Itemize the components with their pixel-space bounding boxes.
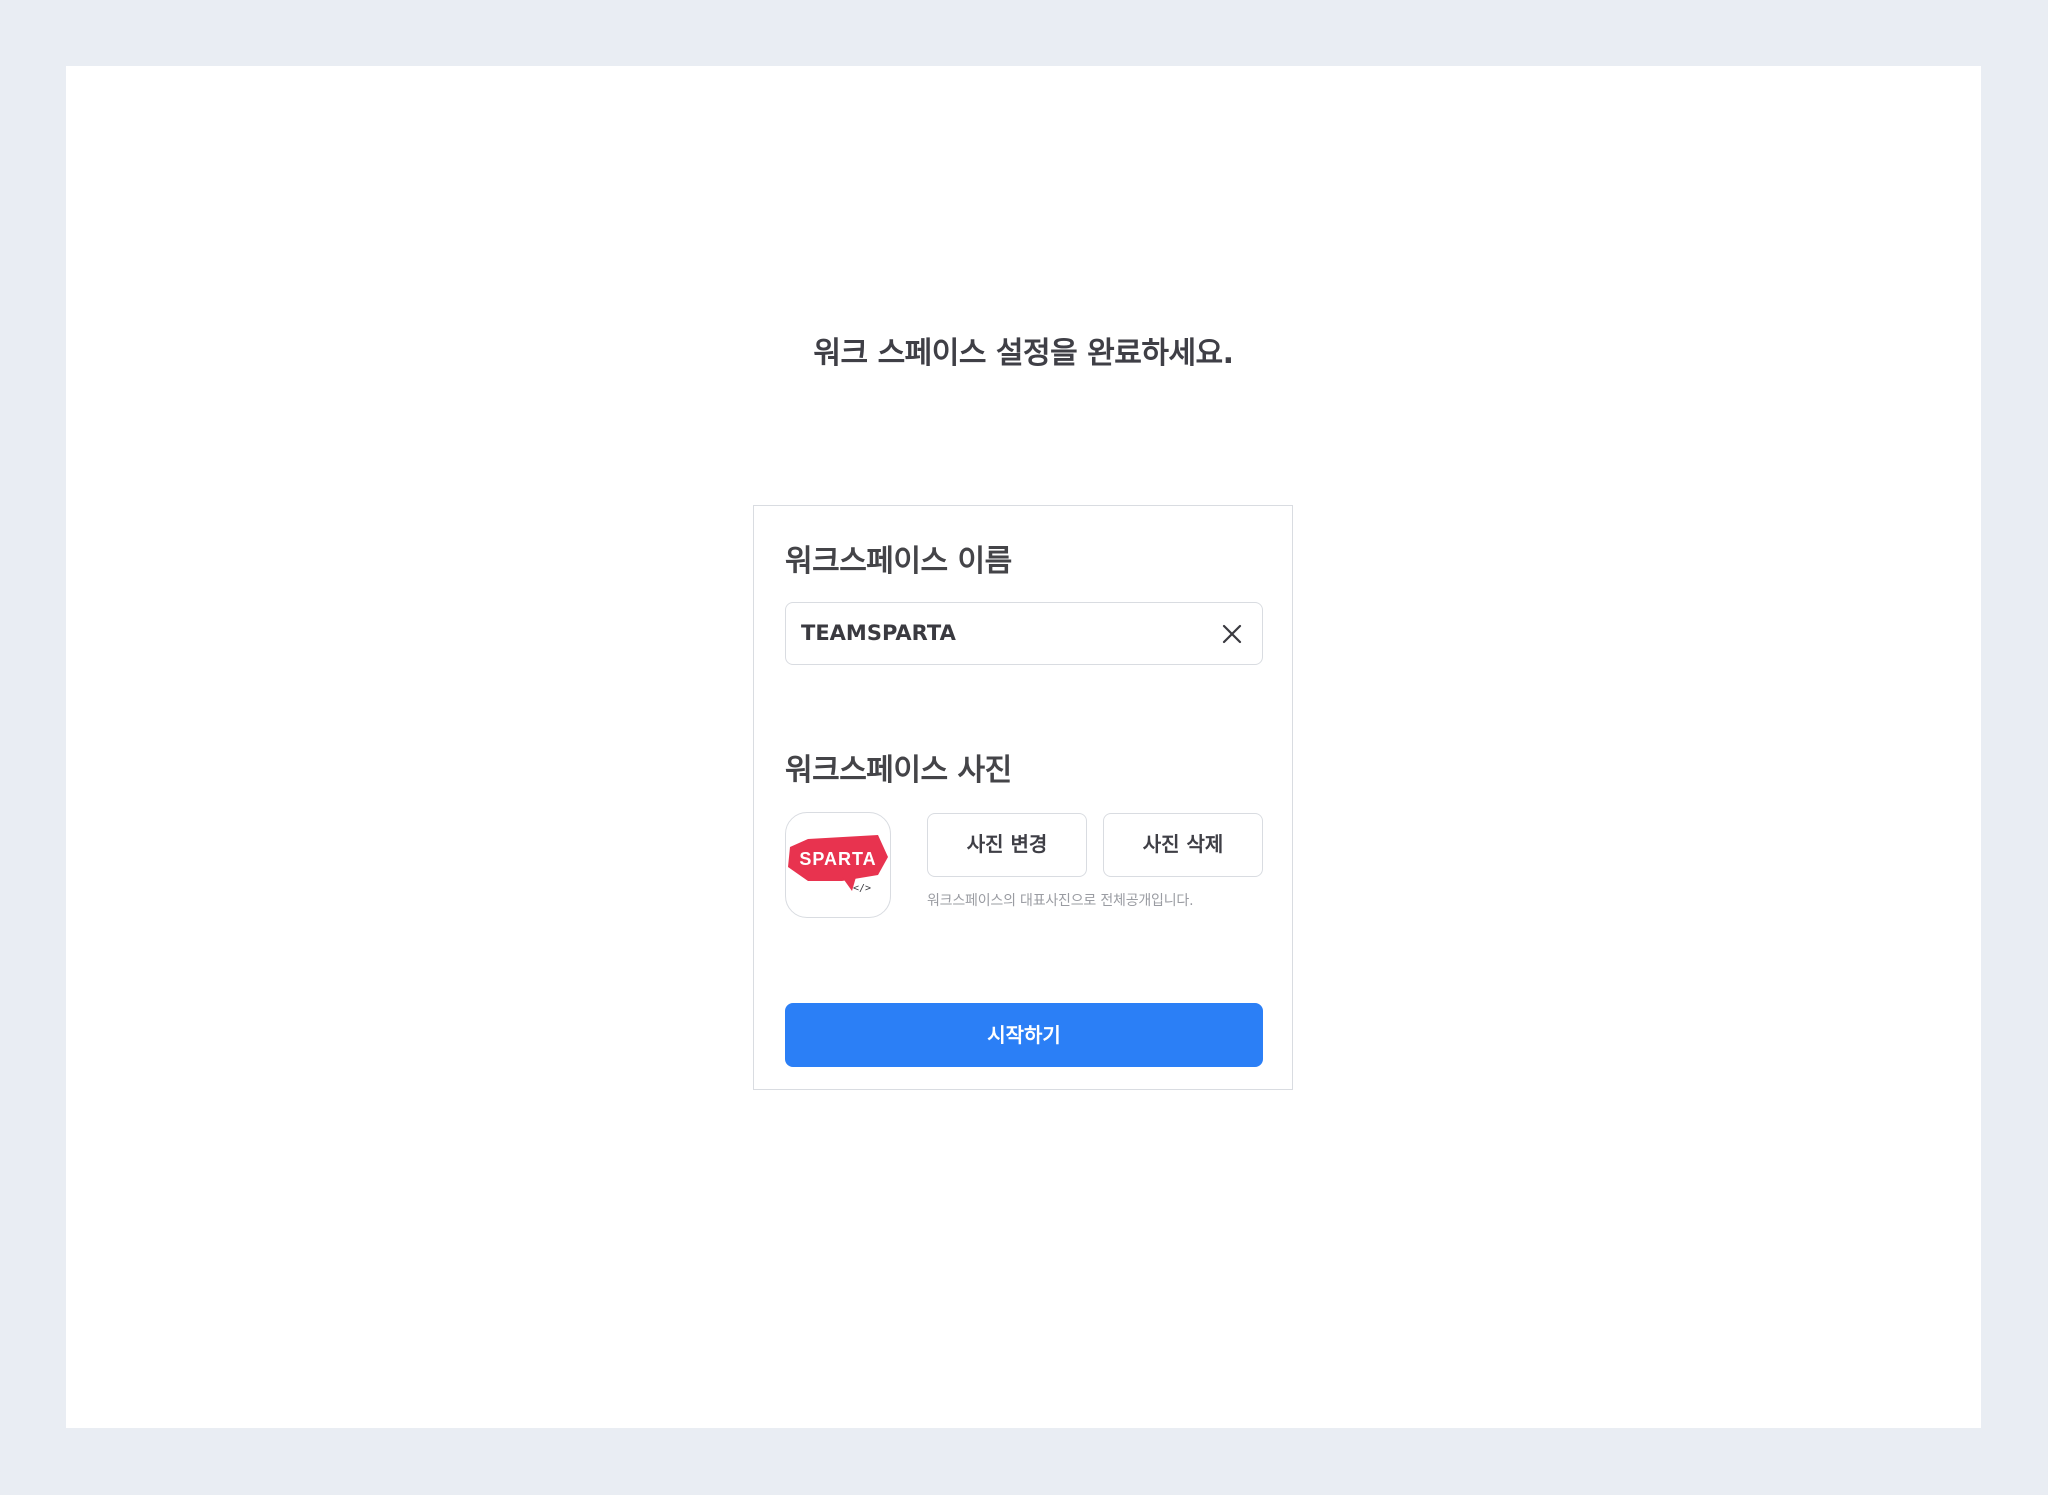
workspace-name-label: 워크스페이스 이름 xyxy=(785,544,1012,579)
delete-photo-button[interactable]: 사진 삭제 xyxy=(1103,813,1263,877)
app-screen: 워크 스페이스 설정을 완료하세요. 워크스페이스 이름 워크스페이스 사진 S… xyxy=(66,66,1981,1428)
workspace-photo-label: 워크스페이스 사진 xyxy=(785,753,1012,788)
close-icon[interactable] xyxy=(1220,622,1244,646)
workspace-setup-card: 워크스페이스 이름 워크스페이스 사진 SPARTA </> xyxy=(753,505,1293,1090)
photo-hint-text: 워크스페이스의 대표사진으로 전체공개입니다. xyxy=(927,893,1194,909)
start-button[interactable]: 시작하기 xyxy=(785,1003,1263,1067)
workspace-name-input[interactable] xyxy=(801,603,1201,663)
device-frame: 워크 스페이스 설정을 완료하세요. 워크스페이스 이름 워크스페이스 사진 S… xyxy=(0,0,2048,1495)
sparta-logo: SPARTA </> xyxy=(788,835,888,894)
svg-text:</>: </> xyxy=(853,883,871,894)
page-title: 워크 스페이스 설정을 완료하세요. xyxy=(813,336,1234,371)
workspace-name-field[interactable] xyxy=(785,602,1263,665)
logo-text: SPARTA xyxy=(799,849,876,869)
workspace-avatar: SPARTA </> xyxy=(785,812,891,918)
change-photo-button[interactable]: 사진 변경 xyxy=(927,813,1087,877)
